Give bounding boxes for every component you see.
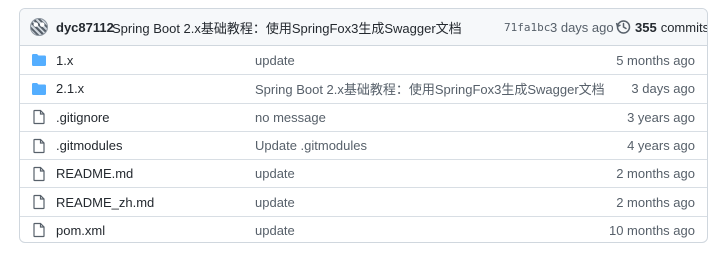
commit-message-link[interactable]: Spring Boot 2.x基础教程：使用SpringFox3生成Swagge… (112, 18, 462, 37)
list-item: pom.xml update 10 months ago (20, 215, 707, 242)
commit-history-link[interactable]: 355 commits (615, 19, 708, 35)
list-item: 2.1.x Spring Boot 2.x基础教程：使用SpringFox3生成… (20, 74, 707, 102)
list-item: .gitignore no message 3 years ago (20, 102, 707, 131)
file-age: 5 months ago (616, 52, 695, 68)
file-age: 3 days ago (631, 81, 695, 97)
file-age: 3 years ago (627, 109, 695, 125)
file-icon (33, 223, 45, 238)
file-commit-message-link[interactable]: update (255, 223, 295, 238)
commit-author-link[interactable]: dyc87112 (56, 20, 114, 35)
file-name-link[interactable]: .gitignore (56, 110, 109, 125)
latest-commit-bar: dyc87112 Spring Boot 2.x基础教程：使用SpringFox… (20, 9, 707, 46)
file-list: 1.x update 5 months ago 2.1.x Spring Boo… (20, 46, 707, 242)
list-item: .gitmodules Update .gitmodules 4 years a… (20, 130, 707, 159)
file-browser: dyc87112 Spring Boot 2.x基础教程：使用SpringFox… (19, 8, 708, 243)
commit-sha-link[interactable]: 71fa1bc (504, 21, 550, 34)
author-avatar[interactable] (30, 18, 48, 36)
file-icon (33, 110, 45, 125)
list-item: README_zh.md update 2 months ago (20, 187, 707, 215)
commit-count-label: commits (660, 19, 708, 35)
file-commit-message-link[interactable]: update (255, 53, 295, 68)
file-commit-message-link[interactable]: Spring Boot 2.x基础教程：使用SpringFox3生成Swagge… (255, 79, 605, 98)
folder-icon (32, 82, 46, 95)
commit-age: 3 days ago (550, 19, 614, 35)
commit-count: 355 (635, 19, 657, 35)
file-age: 10 months ago (608, 222, 695, 238)
file-commit-message-link[interactable]: update (255, 195, 295, 210)
list-item: 1.x update 5 months ago (20, 46, 707, 74)
list-item: README.md update 2 months ago (20, 159, 707, 187)
file-name-link[interactable]: 2.1.x (56, 81, 84, 96)
file-age: 2 months ago (616, 166, 695, 182)
file-commit-message-link[interactable]: update (255, 166, 295, 181)
file-age: 4 years ago (627, 138, 695, 154)
file-icon (33, 138, 45, 153)
file-name-link[interactable]: pom.xml (56, 223, 105, 238)
file-name-link[interactable]: README_zh.md (56, 195, 154, 210)
file-name-link[interactable]: README.md (56, 166, 133, 181)
file-age: 2 months ago (616, 194, 695, 210)
file-icon (33, 195, 45, 210)
history-icon (615, 20, 631, 34)
file-name-link[interactable]: 1.x (56, 53, 73, 68)
file-icon (33, 166, 45, 181)
file-commit-message-link[interactable]: Update .gitmodules (255, 138, 367, 153)
file-commit-message-link[interactable]: no message (255, 110, 326, 125)
folder-icon (32, 54, 46, 67)
file-name-link[interactable]: .gitmodules (56, 138, 122, 153)
